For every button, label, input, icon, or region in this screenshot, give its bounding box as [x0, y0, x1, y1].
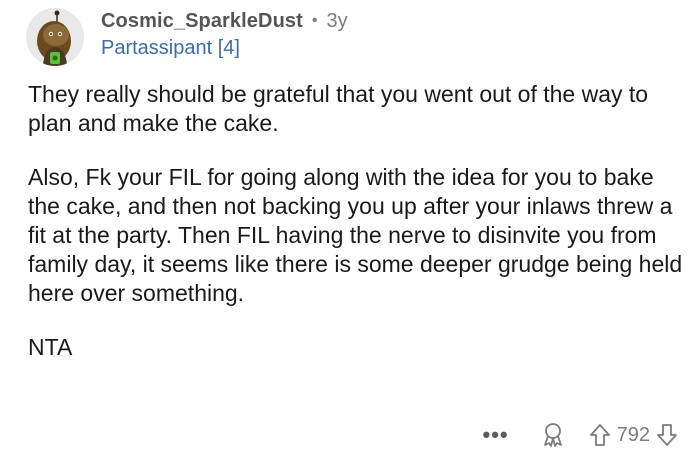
comment-header: Cosmic_SparkleDust • 3y [101, 8, 348, 34]
comment-paragraph: They really should be grateful that you … [28, 81, 649, 136]
separator-dot: • [311, 12, 318, 29]
downvote-arrow-icon[interactable] [656, 423, 678, 447]
comment-paragraph: NTA [28, 334, 73, 360]
snoo-avatar-icon [26, 8, 84, 66]
comment-actions: ••• 792 [483, 419, 678, 451]
user-avatar[interactable] [26, 8, 84, 66]
upvote-arrow-icon[interactable] [589, 423, 611, 447]
more-options-button[interactable]: ••• [483, 424, 509, 446]
comment-age: 3y [326, 9, 348, 32]
comment-body: They really should be grateful that you … [28, 80, 688, 387]
vote-count: 792 [616, 423, 650, 446]
award-icon[interactable] [541, 422, 565, 448]
comment-paragraph: Also, Fk your FIL for going along with t… [28, 164, 683, 306]
comment: Cosmic_SparkleDust • 3y Partassipant [4]… [0, 0, 700, 456]
user-flair: Partassipant [4] [101, 37, 240, 59]
username[interactable]: Cosmic_SparkleDust [101, 10, 303, 33]
